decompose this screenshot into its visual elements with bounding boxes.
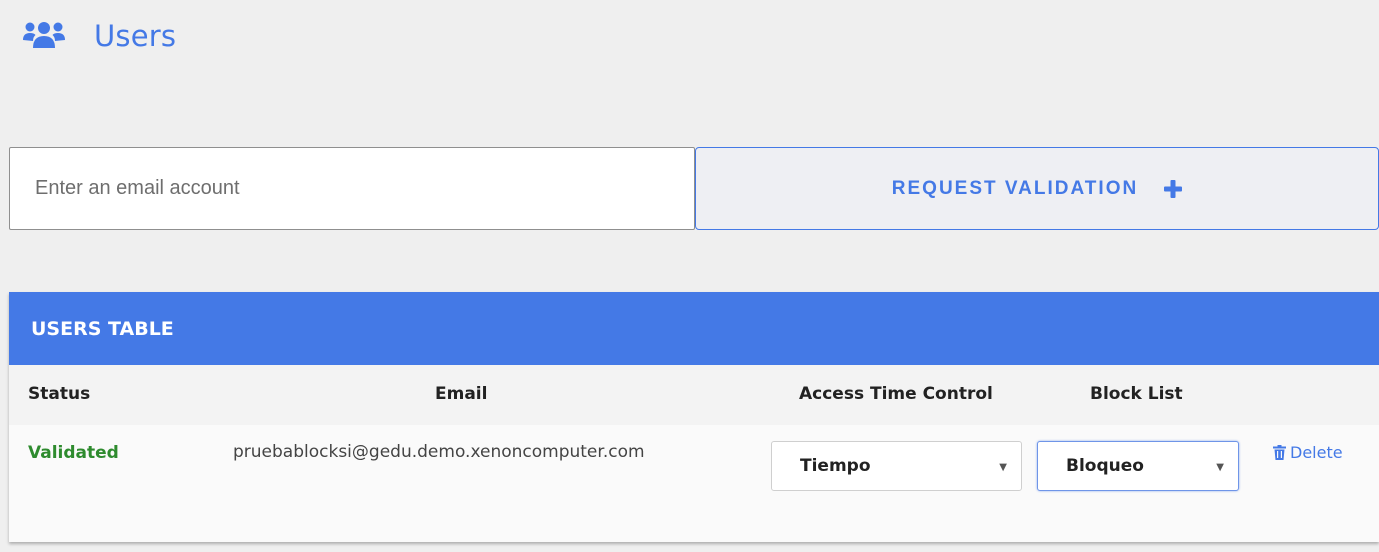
column-header-email: Email [435,384,488,404]
access-time-control-select[interactable]: Tiempo ▼ [771,441,1022,491]
chevron-down-icon: ▼ [1216,462,1224,473]
plus-icon [1164,179,1183,198]
trash-icon [1273,445,1286,460]
table-header-bar: USERS TABLE [9,292,1379,365]
column-headers: Status Email Access Time Control Block L… [9,365,1379,425]
block-list-value: Bloqueo [1066,456,1144,476]
user-email: pruebablocksi@gedu.demo.xenoncomputer.co… [233,442,645,462]
column-header-access-time-control: Access Time Control [799,384,993,404]
status-badge: Validated [28,443,119,463]
page-header: Users [22,14,176,58]
table-title: USERS TABLE [31,317,174,340]
email-input[interactable] [9,147,695,230]
delete-label: Delete [1290,443,1343,462]
delete-button[interactable]: Delete [1273,443,1343,462]
request-validation-label: REQUEST VALIDATION [891,177,1139,199]
access-time-control-value: Tiempo [800,456,871,476]
users-table: USERS TABLE Status Email Access Time Con… [9,292,1379,542]
page-title: Users [94,19,177,53]
table-row: Validated pruebablocksi@gedu.demo.xenonc… [9,425,1379,542]
users-icon [22,20,66,52]
block-list-select[interactable]: Bloqueo ▼ [1037,441,1239,491]
chevron-down-icon: ▼ [999,462,1007,473]
request-validation-button[interactable]: REQUEST VALIDATION [695,147,1379,230]
column-header-status: Status [28,384,91,404]
column-header-block-list: Block List [1090,384,1183,404]
